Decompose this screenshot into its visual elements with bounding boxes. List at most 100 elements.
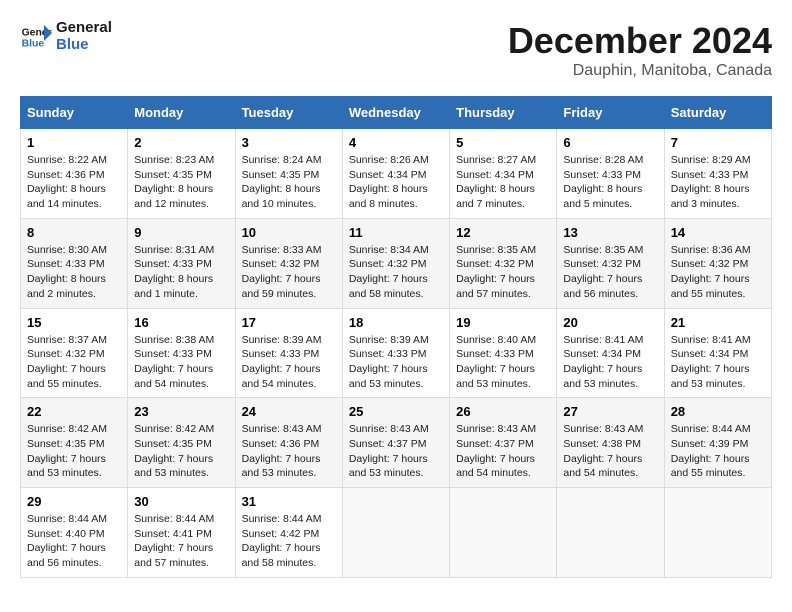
day-info: Sunrise: 8:26 AMSunset: 4:34 PMDaylight:… <box>349 153 443 212</box>
calendar-cell <box>664 488 771 578</box>
day-info: Sunrise: 8:44 AMSunset: 4:39 PMDaylight:… <box>671 422 765 481</box>
calendar-week-row: 22 Sunrise: 8:42 AMSunset: 4:35 PMDaylig… <box>21 398 772 488</box>
calendar-cell <box>342 488 449 578</box>
calendar-cell: 26 Sunrise: 8:43 AMSunset: 4:37 PMDaylig… <box>450 398 557 488</box>
day-info: Sunrise: 8:30 AMSunset: 4:33 PMDaylight:… <box>27 243 121 302</box>
day-header-tuesday: Tuesday <box>235 97 342 129</box>
day-info: Sunrise: 8:24 AMSunset: 4:35 PMDaylight:… <box>242 153 336 212</box>
day-number: 30 <box>134 494 228 509</box>
day-info: Sunrise: 8:39 AMSunset: 4:33 PMDaylight:… <box>242 333 336 392</box>
day-info: Sunrise: 8:23 AMSunset: 4:35 PMDaylight:… <box>134 153 228 212</box>
day-header-sunday: Sunday <box>21 97 128 129</box>
day-number: 12 <box>456 225 550 240</box>
day-info: Sunrise: 8:41 AMSunset: 4:34 PMDaylight:… <box>671 333 765 392</box>
calendar-cell: 24 Sunrise: 8:43 AMSunset: 4:36 PMDaylig… <box>235 398 342 488</box>
calendar-cell: 13 Sunrise: 8:35 AMSunset: 4:32 PMDaylig… <box>557 218 664 308</box>
day-number: 29 <box>27 494 121 509</box>
calendar-cell: 20 Sunrise: 8:41 AMSunset: 4:34 PMDaylig… <box>557 308 664 398</box>
calendar-week-row: 8 Sunrise: 8:30 AMSunset: 4:33 PMDayligh… <box>21 218 772 308</box>
day-number: 15 <box>27 315 121 330</box>
day-info: Sunrise: 8:41 AMSunset: 4:34 PMDaylight:… <box>563 333 657 392</box>
day-info: Sunrise: 8:33 AMSunset: 4:32 PMDaylight:… <box>242 243 336 302</box>
day-header-saturday: Saturday <box>664 97 771 129</box>
calendar-cell: 17 Sunrise: 8:39 AMSunset: 4:33 PMDaylig… <box>235 308 342 398</box>
day-number: 11 <box>349 225 443 240</box>
calendar-cell: 22 Sunrise: 8:42 AMSunset: 4:35 PMDaylig… <box>21 398 128 488</box>
day-number: 23 <box>134 404 228 419</box>
day-info: Sunrise: 8:37 AMSunset: 4:32 PMDaylight:… <box>27 333 121 392</box>
day-number: 20 <box>563 315 657 330</box>
svg-text:Blue: Blue <box>22 38 45 49</box>
month-title: December 2024 <box>508 20 772 62</box>
day-info: Sunrise: 8:34 AMSunset: 4:32 PMDaylight:… <box>349 243 443 302</box>
day-number: 31 <box>242 494 336 509</box>
title-block: December 2024 Dauphin, Manitoba, Canada <box>508 20 772 80</box>
calendar-cell: 31 Sunrise: 8:44 AMSunset: 4:42 PMDaylig… <box>235 488 342 578</box>
day-number: 27 <box>563 404 657 419</box>
calendar-cell <box>450 488 557 578</box>
location-subtitle: Dauphin, Manitoba, Canada <box>508 62 772 80</box>
day-number: 9 <box>134 225 228 240</box>
calendar-cell: 6 Sunrise: 8:28 AMSunset: 4:33 PMDayligh… <box>557 129 664 219</box>
logo: General Blue General Blue <box>20 20 112 53</box>
day-number: 13 <box>563 225 657 240</box>
day-number: 6 <box>563 135 657 150</box>
day-info: Sunrise: 8:35 AMSunset: 4:32 PMDaylight:… <box>456 243 550 302</box>
day-info: Sunrise: 8:43 AMSunset: 4:38 PMDaylight:… <box>563 422 657 481</box>
calendar-cell: 27 Sunrise: 8:43 AMSunset: 4:38 PMDaylig… <box>557 398 664 488</box>
calendar-cell: 12 Sunrise: 8:35 AMSunset: 4:32 PMDaylig… <box>450 218 557 308</box>
day-info: Sunrise: 8:43 AMSunset: 4:37 PMDaylight:… <box>349 422 443 481</box>
day-number: 1 <box>27 135 121 150</box>
day-number: 25 <box>349 404 443 419</box>
day-number: 3 <box>242 135 336 150</box>
calendar-cell <box>557 488 664 578</box>
calendar-cell: 18 Sunrise: 8:39 AMSunset: 4:33 PMDaylig… <box>342 308 449 398</box>
day-info: Sunrise: 8:31 AMSunset: 4:33 PMDaylight:… <box>134 243 228 302</box>
day-info: Sunrise: 8:44 AMSunset: 4:41 PMDaylight:… <box>134 512 228 571</box>
day-info: Sunrise: 8:22 AMSunset: 4:36 PMDaylight:… <box>27 153 121 212</box>
day-info: Sunrise: 8:44 AMSunset: 4:42 PMDaylight:… <box>242 512 336 571</box>
day-number: 17 <box>242 315 336 330</box>
day-number: 19 <box>456 315 550 330</box>
day-info: Sunrise: 8:35 AMSunset: 4:32 PMDaylight:… <box>563 243 657 302</box>
day-header-monday: Monday <box>128 97 235 129</box>
calendar-week-row: 1 Sunrise: 8:22 AMSunset: 4:36 PMDayligh… <box>21 129 772 219</box>
calendar-cell: 3 Sunrise: 8:24 AMSunset: 4:35 PMDayligh… <box>235 129 342 219</box>
day-info: Sunrise: 8:27 AMSunset: 4:34 PMDaylight:… <box>456 153 550 212</box>
day-info: Sunrise: 8:39 AMSunset: 4:33 PMDaylight:… <box>349 333 443 392</box>
day-info: Sunrise: 8:43 AMSunset: 4:37 PMDaylight:… <box>456 422 550 481</box>
calendar-cell: 25 Sunrise: 8:43 AMSunset: 4:37 PMDaylig… <box>342 398 449 488</box>
calendar-cell: 8 Sunrise: 8:30 AMSunset: 4:33 PMDayligh… <box>21 218 128 308</box>
calendar-cell: 15 Sunrise: 8:37 AMSunset: 4:32 PMDaylig… <box>21 308 128 398</box>
day-info: Sunrise: 8:42 AMSunset: 4:35 PMDaylight:… <box>134 422 228 481</box>
calendar-cell: 21 Sunrise: 8:41 AMSunset: 4:34 PMDaylig… <box>664 308 771 398</box>
day-number: 24 <box>242 404 336 419</box>
calendar-week-row: 29 Sunrise: 8:44 AMSunset: 4:40 PMDaylig… <box>21 488 772 578</box>
day-number: 26 <box>456 404 550 419</box>
calendar-cell: 4 Sunrise: 8:26 AMSunset: 4:34 PMDayligh… <box>342 129 449 219</box>
calendar-cell: 23 Sunrise: 8:42 AMSunset: 4:35 PMDaylig… <box>128 398 235 488</box>
calendar-cell: 9 Sunrise: 8:31 AMSunset: 4:33 PMDayligh… <box>128 218 235 308</box>
day-number: 8 <box>27 225 121 240</box>
day-info: Sunrise: 8:36 AMSunset: 4:32 PMDaylight:… <box>671 243 765 302</box>
page-header: General Blue General Blue December 2024 … <box>20 20 772 80</box>
calendar-header-row: SundayMondayTuesdayWednesdayThursdayFrid… <box>21 97 772 129</box>
calendar-cell: 5 Sunrise: 8:27 AMSunset: 4:34 PMDayligh… <box>450 129 557 219</box>
calendar-table: SundayMondayTuesdayWednesdayThursdayFrid… <box>20 96 772 578</box>
logo-icon: General Blue <box>20 21 52 53</box>
day-info: Sunrise: 8:29 AMSunset: 4:33 PMDaylight:… <box>671 153 765 212</box>
calendar-cell: 19 Sunrise: 8:40 AMSunset: 4:33 PMDaylig… <box>450 308 557 398</box>
day-info: Sunrise: 8:40 AMSunset: 4:33 PMDaylight:… <box>456 333 550 392</box>
day-number: 14 <box>671 225 765 240</box>
day-header-friday: Friday <box>557 97 664 129</box>
calendar-week-row: 15 Sunrise: 8:37 AMSunset: 4:32 PMDaylig… <box>21 308 772 398</box>
logo-line1: General <box>56 20 112 37</box>
day-number: 18 <box>349 315 443 330</box>
day-info: Sunrise: 8:43 AMSunset: 4:36 PMDaylight:… <box>242 422 336 481</box>
day-info: Sunrise: 8:44 AMSunset: 4:40 PMDaylight:… <box>27 512 121 571</box>
calendar-cell: 30 Sunrise: 8:44 AMSunset: 4:41 PMDaylig… <box>128 488 235 578</box>
calendar-cell: 29 Sunrise: 8:44 AMSunset: 4:40 PMDaylig… <box>21 488 128 578</box>
day-header-wednesday: Wednesday <box>342 97 449 129</box>
day-number: 16 <box>134 315 228 330</box>
day-number: 4 <box>349 135 443 150</box>
